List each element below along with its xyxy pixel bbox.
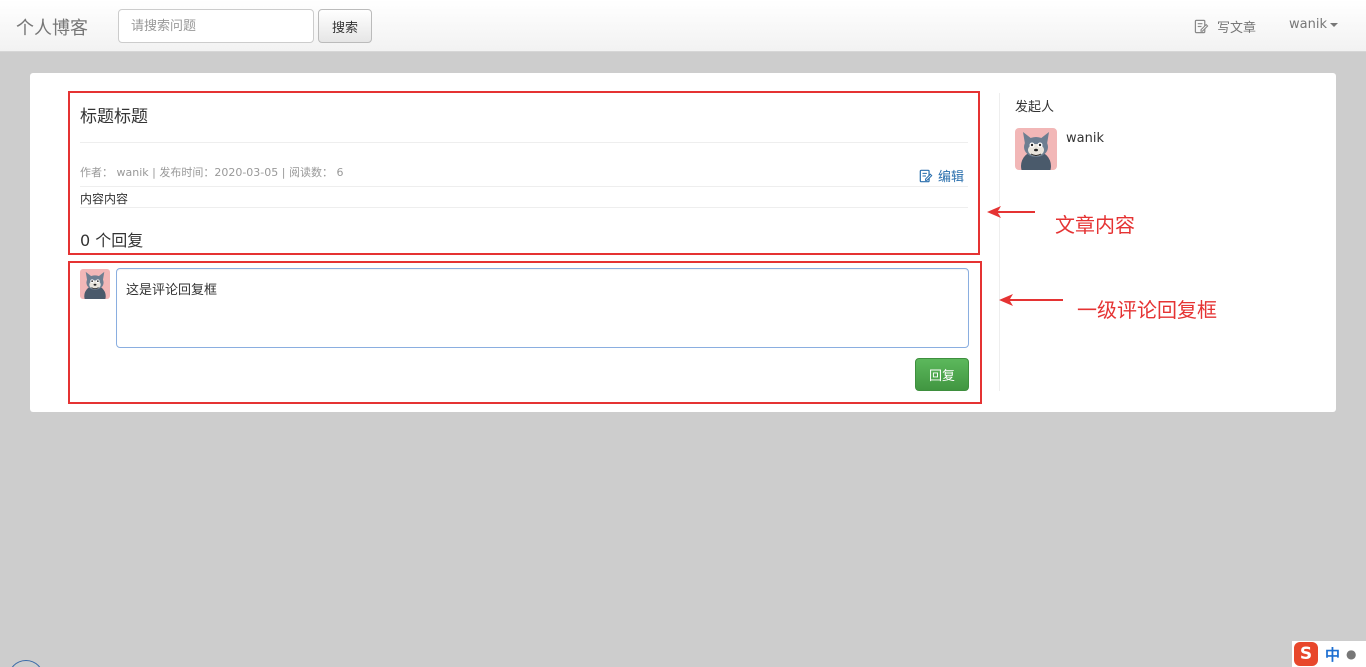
brand-logo[interactable]: 个人博客	[16, 14, 88, 40]
user-icon[interactable]: ●	[1346, 647, 1356, 661]
edit-article-link[interactable]: 编辑	[919, 166, 964, 185]
author-avatar[interactable]	[1015, 128, 1057, 170]
article-content: 内容内容	[80, 192, 129, 206]
comment-textarea[interactable]: 这是评论回复框	[116, 268, 969, 348]
annotation-comment-box: 一级评论回复框	[1077, 298, 1217, 322]
reply-count: 0 个回复	[80, 231, 144, 250]
reply-button[interactable]: 回复	[915, 358, 969, 391]
write-article-link[interactable]: 写文章	[1194, 17, 1256, 36]
edit-icon	[919, 169, 933, 182]
annotation-article-content: 文章内容	[1055, 213, 1135, 237]
arrow-left-icon	[999, 294, 1063, 306]
search-input[interactable]	[118, 9, 314, 43]
ime-mode[interactable]: 中	[1325, 644, 1340, 665]
divider	[80, 142, 968, 143]
navbar: 个人博客 搜索 写文章 wanik	[0, 0, 1366, 52]
sogou-logo-icon: S	[1294, 642, 1318, 666]
divider	[80, 207, 968, 208]
edit-label: 编辑	[938, 170, 965, 185]
arrow-left-icon	[987, 206, 1035, 218]
edit-icon	[1194, 19, 1209, 34]
article-title: 标题标题	[80, 107, 148, 127]
user-menu-dropdown[interactable]: wanik	[1289, 17, 1338, 32]
corner-circle	[8, 660, 44, 667]
ime-toolbar[interactable]: S 中 ●	[1292, 641, 1366, 667]
author-name[interactable]: wanik	[1066, 131, 1104, 146]
sidebar-title: 发起人	[1015, 100, 1055, 115]
caret-down-icon	[1329, 22, 1338, 27]
search-button[interactable]: 搜索	[318, 9, 372, 43]
column-divider	[999, 93, 1000, 391]
divider	[80, 186, 968, 187]
write-article-label: 写文章	[1217, 21, 1257, 36]
article-meta: 作者： wanik | 发布时间：2020-03-05 | 阅读数： 6	[80, 166, 344, 179]
avatar	[80, 269, 110, 299]
user-menu-label: wanik	[1289, 17, 1327, 32]
